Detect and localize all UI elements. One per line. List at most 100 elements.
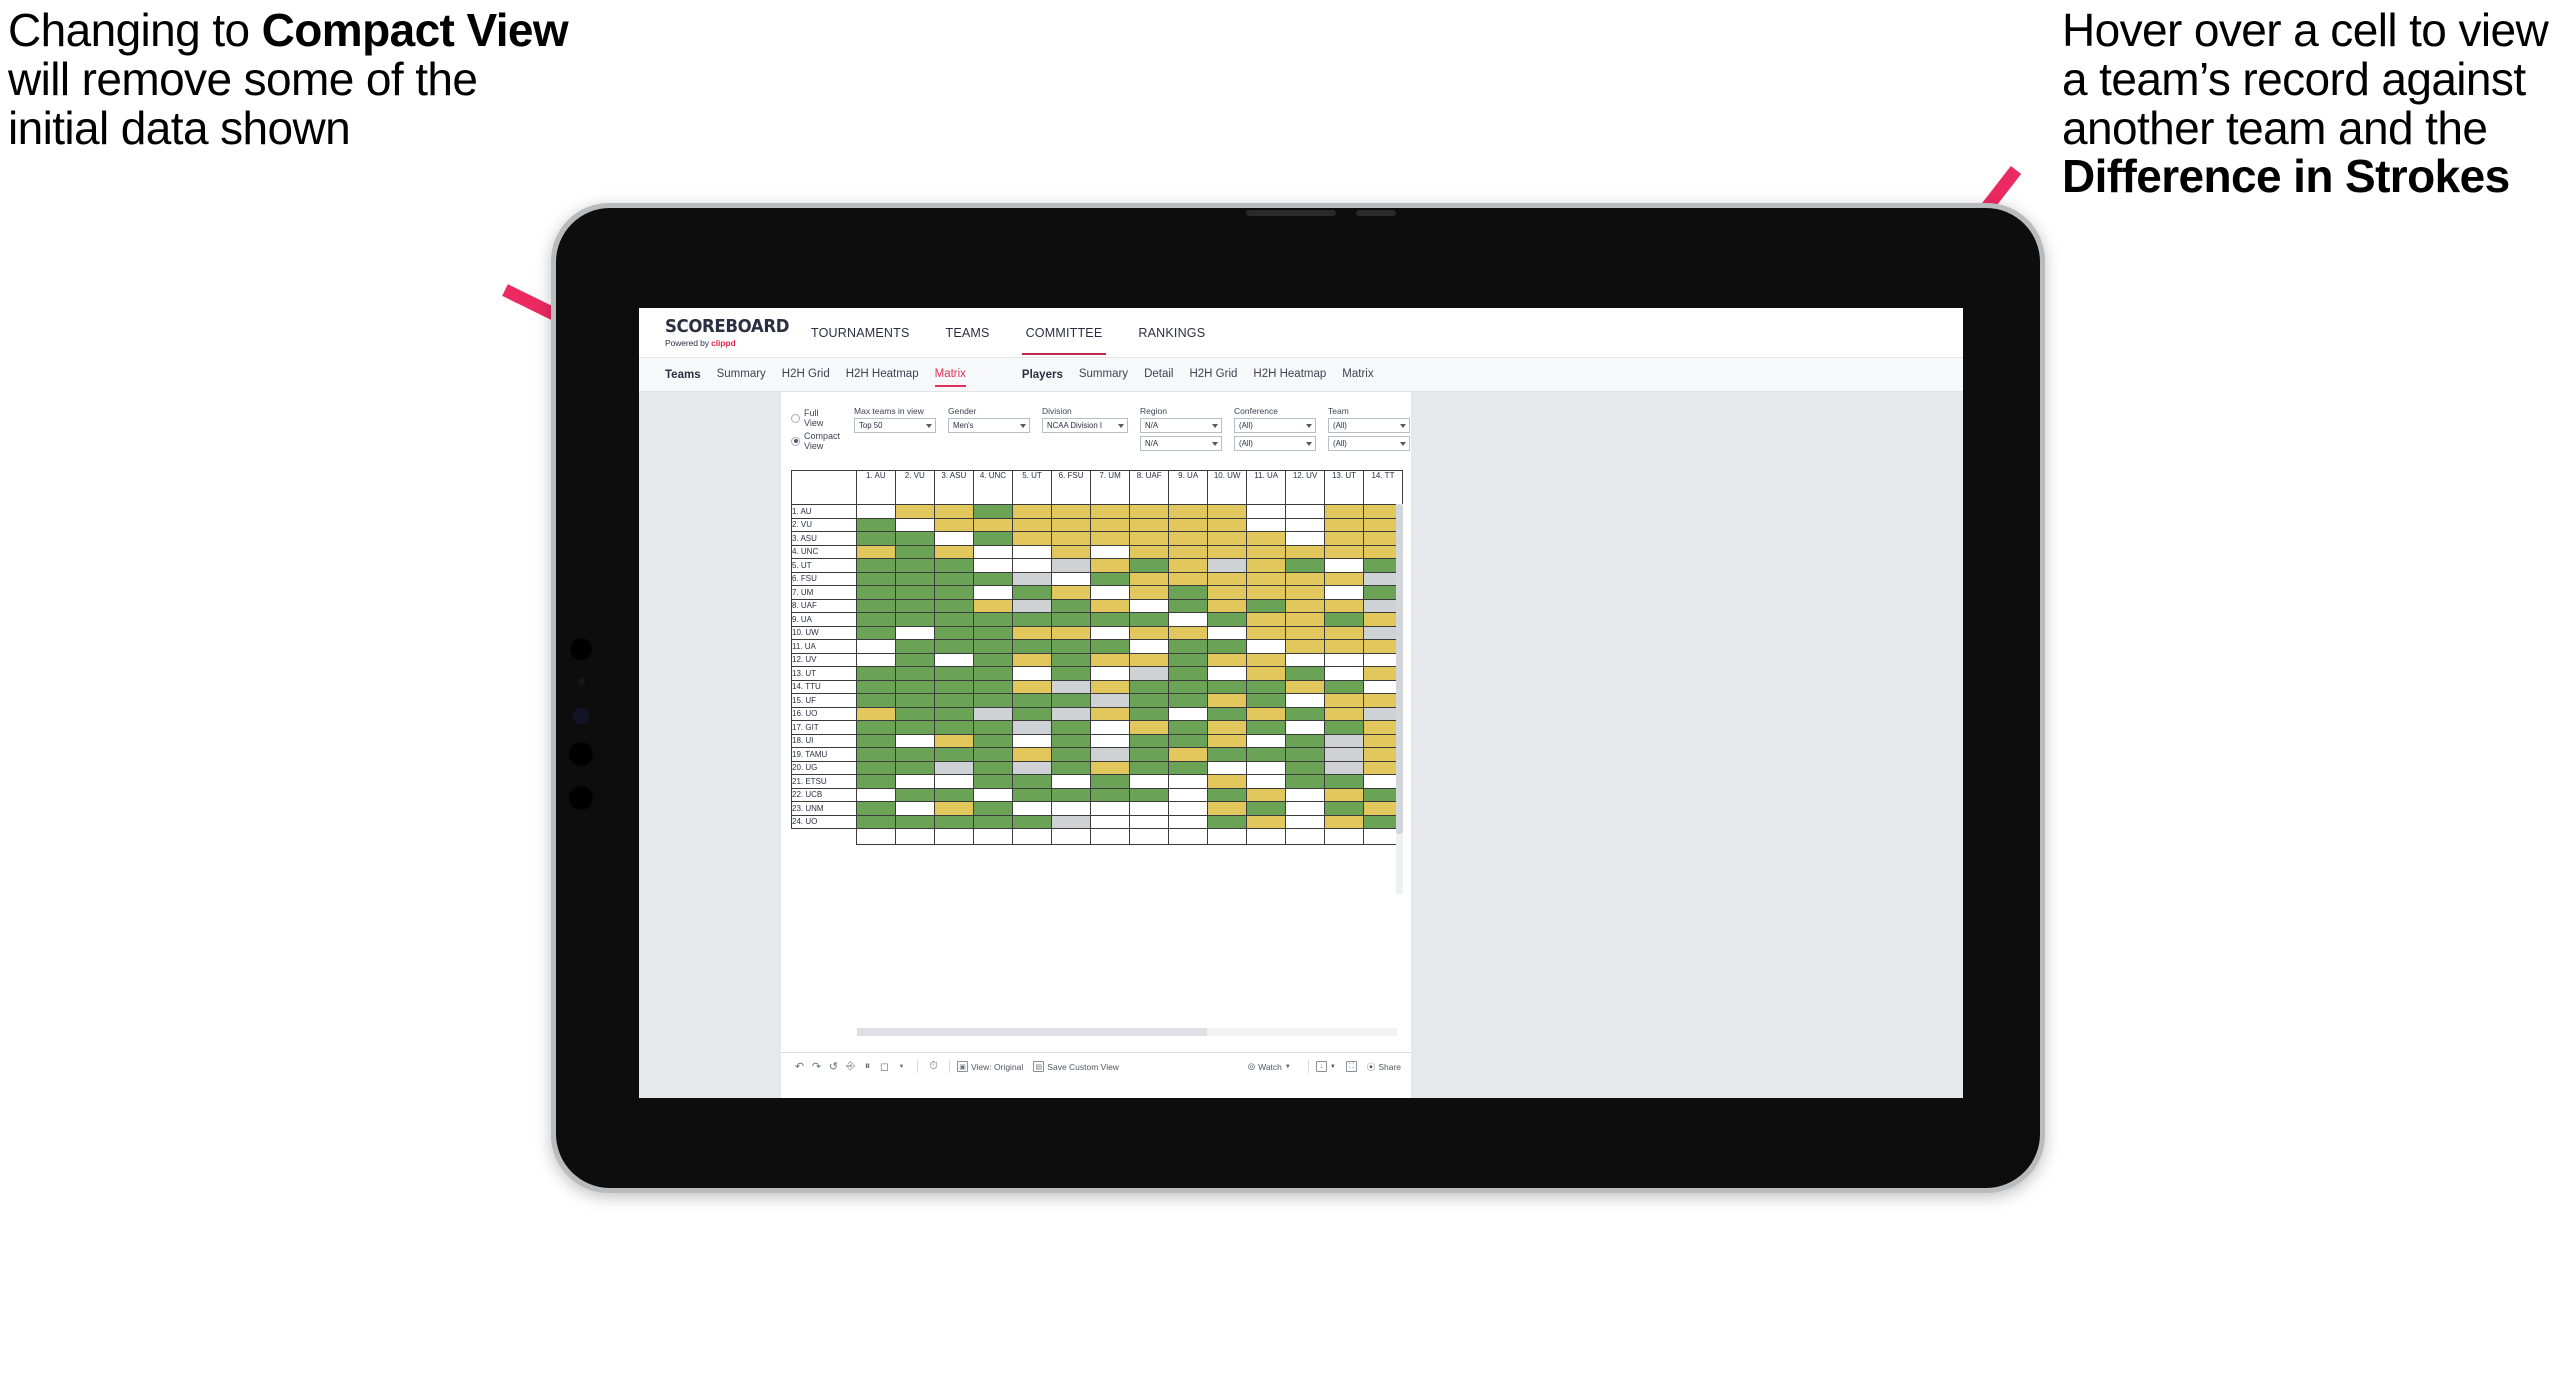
- matrix-cell[interactable]: [1129, 598, 1170, 613]
- matrix-cell[interactable]: [1168, 693, 1209, 708]
- matrix-cell[interactable]: [894, 504, 935, 519]
- matrix-cell[interactable]: [1050, 652, 1092, 667]
- matrix-cell[interactable]: [894, 720, 935, 735]
- matrix-cell[interactable]: [1207, 612, 1248, 627]
- matrix-cell[interactable]: [1012, 558, 1052, 573]
- matrix-cell[interactable]: [1285, 585, 1326, 600]
- matrix-cell[interactable]: [1050, 571, 1092, 586]
- matrix-cell[interactable]: [1246, 639, 1287, 654]
- matrix-cell[interactable]: [1090, 720, 1131, 735]
- matrix-cell[interactable]: [855, 666, 896, 681]
- matrix-cell[interactable]: [1090, 693, 1131, 708]
- matrix-cell[interactable]: [1090, 504, 1131, 519]
- matrix-cell[interactable]: [1324, 720, 1364, 735]
- matrix-cell[interactable]: [1168, 504, 1209, 519]
- matrix-cell[interactable]: [1168, 531, 1209, 546]
- matrix-cell[interactable]: [933, 679, 974, 694]
- matrix-cell[interactable]: [1012, 585, 1052, 600]
- matrix-cell[interactable]: [855, 787, 896, 802]
- matrix-cell[interactable]: [972, 666, 1014, 681]
- matrix-cell[interactable]: [1324, 679, 1364, 694]
- matrix-cell[interactable]: [1168, 639, 1209, 654]
- matrix-cell[interactable]: [1285, 706, 1326, 721]
- matrix-cell[interactable]: [1050, 679, 1092, 694]
- matrix-cell[interactable]: [1207, 774, 1248, 789]
- matrix-cell[interactable]: [1246, 517, 1287, 532]
- filter-conference-select-1[interactable]: (All): [1234, 418, 1317, 433]
- matrix-cell[interactable]: [933, 544, 974, 559]
- matrix-cell[interactable]: [1129, 693, 1170, 708]
- matrix-cell[interactable]: [894, 558, 935, 573]
- save-custom-view-button[interactable]: ▤ Save Custom View: [1033, 1061, 1119, 1072]
- matrix-cell[interactable]: [1285, 760, 1326, 775]
- radio-compact-view[interactable]: Compact View: [791, 431, 840, 451]
- matrix-cell[interactable]: [855, 679, 896, 694]
- matrix-cell[interactable]: [1050, 693, 1092, 708]
- view-original-button[interactable]: ▣ View: Original: [957, 1061, 1023, 1072]
- matrix-cell[interactable]: [1324, 598, 1364, 613]
- matrix-cell[interactable]: [1246, 679, 1287, 694]
- scoreboard-logo[interactable]: SCOREBOARD Powered by clippd: [665, 317, 793, 348]
- matrix-cell[interactable]: [1324, 517, 1364, 532]
- matrix-cell[interactable]: [1207, 801, 1248, 816]
- matrix-cell[interactable]: [1285, 814, 1326, 829]
- matrix-cell[interactable]: [1246, 531, 1287, 546]
- matrix-cell[interactable]: [1012, 666, 1052, 681]
- matrix-cell[interactable]: [933, 787, 974, 802]
- matrix-cell[interactable]: [1285, 517, 1326, 532]
- refresh-icon[interactable]: ⎆: [842, 1058, 859, 1075]
- matrix-cell[interactable]: [1129, 544, 1170, 559]
- matrix-cell[interactable]: [1207, 639, 1248, 654]
- matrix-cell[interactable]: [933, 693, 974, 708]
- matrix-cell[interactable]: [1090, 760, 1131, 775]
- matrix-cell[interactable]: [1129, 733, 1170, 748]
- matrix-cell[interactable]: [1246, 720, 1287, 735]
- matrix-cell[interactable]: [933, 733, 974, 748]
- matrix-cell[interactable]: [855, 625, 896, 640]
- matrix-cell[interactable]: [933, 517, 974, 532]
- matrix-cell[interactable]: [1168, 760, 1209, 775]
- matrix-cell[interactable]: [972, 706, 1014, 721]
- matrix-cell[interactable]: [1090, 733, 1131, 748]
- matrix-cell[interactable]: [1090, 639, 1131, 654]
- matrix-cell[interactable]: [1168, 666, 1209, 681]
- matrix-cell[interactable]: [1285, 679, 1326, 694]
- matrix-cell[interactable]: [1050, 639, 1092, 654]
- filter-conference-select-2[interactable]: (All): [1234, 436, 1317, 451]
- matrix-cell[interactable]: [1207, 747, 1248, 762]
- filter-gender-select[interactable]: Men's: [948, 418, 1031, 433]
- matrix-cell[interactable]: [1168, 558, 1209, 573]
- matrix-cell[interactable]: [1129, 531, 1170, 546]
- matrix-cell[interactable]: [1050, 612, 1092, 627]
- matrix-cell[interactable]: [1285, 787, 1326, 802]
- matrix-cell[interactable]: [933, 639, 974, 654]
- matrix-cell[interactable]: [1012, 787, 1052, 802]
- matrix-cell[interactable]: [1129, 517, 1170, 532]
- matrix-cell[interactable]: [972, 733, 1014, 748]
- matrix-cell[interactable]: [933, 774, 974, 789]
- matrix-cell[interactable]: [1129, 706, 1170, 721]
- matrix-cell[interactable]: [1324, 747, 1364, 762]
- matrix-cell[interactable]: [1285, 558, 1326, 573]
- matrix-cell[interactable]: [1168, 787, 1209, 802]
- matrix-cell[interactable]: [894, 666, 935, 681]
- matrix-cell[interactable]: [933, 612, 974, 627]
- topnav-item-rankings[interactable]: RANKINGS: [1120, 310, 1223, 355]
- matrix-cell[interactable]: [1090, 814, 1131, 829]
- matrix-cell[interactable]: [1285, 801, 1326, 816]
- matrix-cell[interactable]: [1207, 814, 1248, 829]
- matrix-cell[interactable]: [1285, 598, 1326, 613]
- matrix-cell[interactable]: [972, 679, 1014, 694]
- topnav-item-tournaments[interactable]: TOURNAMENTS: [793, 310, 928, 355]
- matrix-cell[interactable]: [1090, 585, 1131, 600]
- matrix-cell[interactable]: [1207, 571, 1248, 586]
- matrix-cell[interactable]: [1207, 693, 1248, 708]
- matrix-cell[interactable]: [1090, 598, 1131, 613]
- matrix-cell[interactable]: [1207, 558, 1248, 573]
- matrix-cell[interactable]: [972, 639, 1014, 654]
- matrix-cell[interactable]: [1168, 747, 1209, 762]
- subnav-players-detail[interactable]: Detail: [1144, 368, 1173, 382]
- h2h-matrix[interactable]: 1. AU 2. VU 3. ASU 4. UNC 5. UT 6. FSU 7. UM 8.…: [791, 470, 1404, 845]
- matrix-cell[interactable]: [1285, 612, 1326, 627]
- matrix-cell[interactable]: [1324, 693, 1364, 708]
